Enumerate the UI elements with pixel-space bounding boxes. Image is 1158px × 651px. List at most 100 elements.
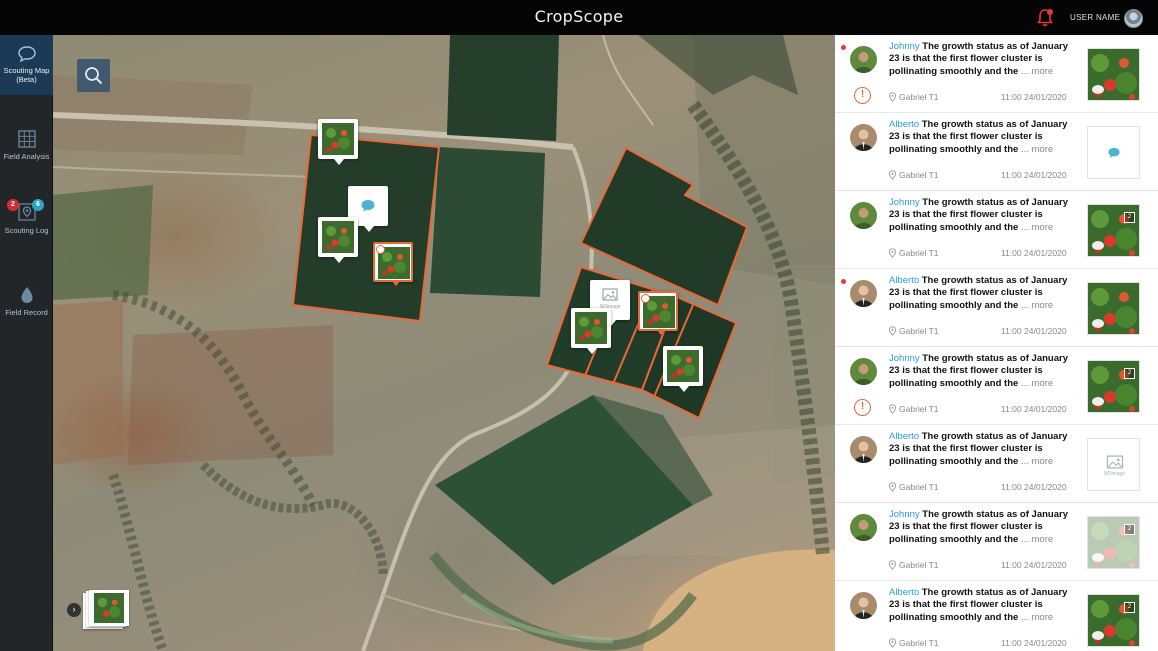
nav-field-analysis[interactable]: Field Analysis [0,129,53,161]
more-link[interactable]: ... more [1021,534,1053,545]
timestamp: 11:00 24/01/2020 [1001,170,1067,180]
chevron-right-icon[interactable]: › [67,603,81,617]
feed-item[interactable]: Alberto The growth status as of January … [835,425,1158,503]
author-name[interactable]: Johnny [889,353,920,364]
feed-thumbnail[interactable]: 2 [1087,516,1140,569]
avatar[interactable] [850,358,877,385]
multiple-photos-icon: 2 [1124,524,1135,535]
avatar-photo [850,592,877,619]
timestamp: 11:00 24/01/2020 [1001,638,1067,648]
more-link[interactable]: ... more [1021,612,1053,623]
feed-thumbnail[interactable] [1087,48,1140,101]
avatar[interactable] [850,202,877,229]
location: Gabriel T1 [888,404,939,414]
image-icon [602,288,618,301]
plant-photo [667,350,699,382]
water-drop-icon [21,287,32,303]
timestamp: 11:00 24/01/2020 [1001,560,1067,570]
plant-photo [94,593,124,623]
author-name[interactable]: Alberto [889,119,919,130]
left-navigation: Scouting Map (Beta) Field Analysis 2 6 S… [0,35,53,651]
scouting-map[interactable]: NOimage › [53,35,835,651]
location: Gabriel T1 [888,248,939,258]
more-link[interactable]: ... more [1021,66,1053,77]
feed-item[interactable]: ! Johnny The growth status as of January… [835,347,1158,425]
chat-bubble-icon [1092,397,1104,406]
avatar[interactable] [850,124,877,151]
feed-item[interactable]: Alberto The growth status as of January … [835,269,1158,347]
photo-stack[interactable] [83,590,129,630]
more-link[interactable]: ... more [1021,300,1053,311]
search-icon [85,67,103,85]
alert-indicator-icon [376,245,385,254]
nav-field-record[interactable]: Field Record [0,285,53,317]
app-title: CropScope [534,7,624,26]
location-text: Gabriel T1 [899,404,939,414]
feed-thumbnail[interactable]: 2 [1087,360,1140,413]
feed-thumbnail[interactable]: NOimage [1087,438,1140,491]
location-text: Gabriel T1 [899,92,939,102]
feed-item[interactable]: Johnny The growth status as of January 2… [835,191,1158,269]
feed-thumbnail[interactable] [1087,282,1140,335]
author-name[interactable]: Alberto [889,431,919,442]
feed-message[interactable]: Johnny The growth status as of January 2… [889,41,1079,78]
feed-message[interactable]: Johnny The growth status as of January 2… [889,353,1079,390]
noimage-placeholder: NOimage [1088,455,1139,477]
map-search-button[interactable] [77,59,110,92]
location-text: Gabriel T1 [899,170,939,180]
feed-message[interactable]: Alberto The growth status as of January … [889,587,1079,624]
user-avatar[interactable] [1124,9,1143,28]
location-pin-icon [888,482,897,492]
avatar[interactable] [850,436,877,463]
feed-message[interactable]: Johnny The growth status as of January 2… [889,197,1079,234]
user-name[interactable]: USER NAME [1070,13,1120,22]
chat-bubble-icon [1092,319,1104,328]
avatar[interactable] [850,592,877,619]
location-pin-icon [888,326,897,336]
map-pin-photo[interactable] [318,119,358,165]
feed-thumbnail[interactable] [1087,126,1140,179]
author-name[interactable]: Johnny [889,509,920,520]
map-pin-photo-alert[interactable] [373,242,413,286]
location: Gabriel T1 [888,560,939,570]
nav-scouting-map[interactable]: Scouting Map (Beta) [0,35,53,95]
feed-item[interactable]: Alberto The growth status as of January … [835,113,1158,191]
unread-indicator [841,279,846,284]
timestamp: 11:00 24/01/2020 [1001,248,1067,258]
nav-scouting-log[interactable]: 2 6 Scouting Log [0,199,53,235]
timestamp: 11:00 24/01/2020 [1001,92,1067,102]
scouting-feed[interactable]: ! Johnny The growth status as of January… [835,35,1158,651]
feed-message[interactable]: Johnny The growth status as of January 2… [889,509,1079,546]
timestamp: 11:00 24/01/2020 [1001,404,1067,414]
map-pin-photo[interactable] [663,346,703,392]
multiple-photos-icon: 2 [1124,368,1135,379]
author-name[interactable]: Alberto [889,587,919,598]
feed-item[interactable]: Johnny The growth status as of January 2… [835,503,1158,581]
feed-thumbnail[interactable]: 2 [1087,594,1140,647]
feed-message[interactable]: Alberto The growth status as of January … [889,431,1079,468]
feed-message[interactable]: Alberto The growth status as of January … [889,119,1079,156]
map-terrain [53,35,835,651]
avatar[interactable] [850,514,877,541]
map-pin-photo-alert[interactable] [638,291,678,335]
more-link[interactable]: ... more [1021,456,1053,467]
badge-teal: 6 [32,199,44,211]
feed-thumbnail[interactable]: 2 [1087,204,1140,257]
plant-photo [575,312,607,344]
location: Gabriel T1 [888,638,939,648]
map-pin-photo[interactable] [571,308,611,354]
stack-card-top [89,590,129,626]
more-link[interactable]: ... more [1021,222,1053,233]
feed-item[interactable]: ! Johnny The growth status as of January… [835,35,1158,113]
author-name[interactable]: Alberto [889,275,919,286]
more-link[interactable]: ... more [1021,378,1053,389]
feed-message[interactable]: Alberto The growth status as of January … [889,275,1079,312]
feed-item[interactable]: Alberto The growth status as of January … [835,581,1158,651]
author-name[interactable]: Johnny [889,41,920,52]
alert-icon: ! [854,87,871,104]
more-link[interactable]: ... more [1021,144,1053,155]
avatar[interactable] [850,46,877,73]
map-pin-photo[interactable] [318,217,358,263]
author-name[interactable]: Johnny [889,197,920,208]
avatar[interactable] [850,280,877,307]
